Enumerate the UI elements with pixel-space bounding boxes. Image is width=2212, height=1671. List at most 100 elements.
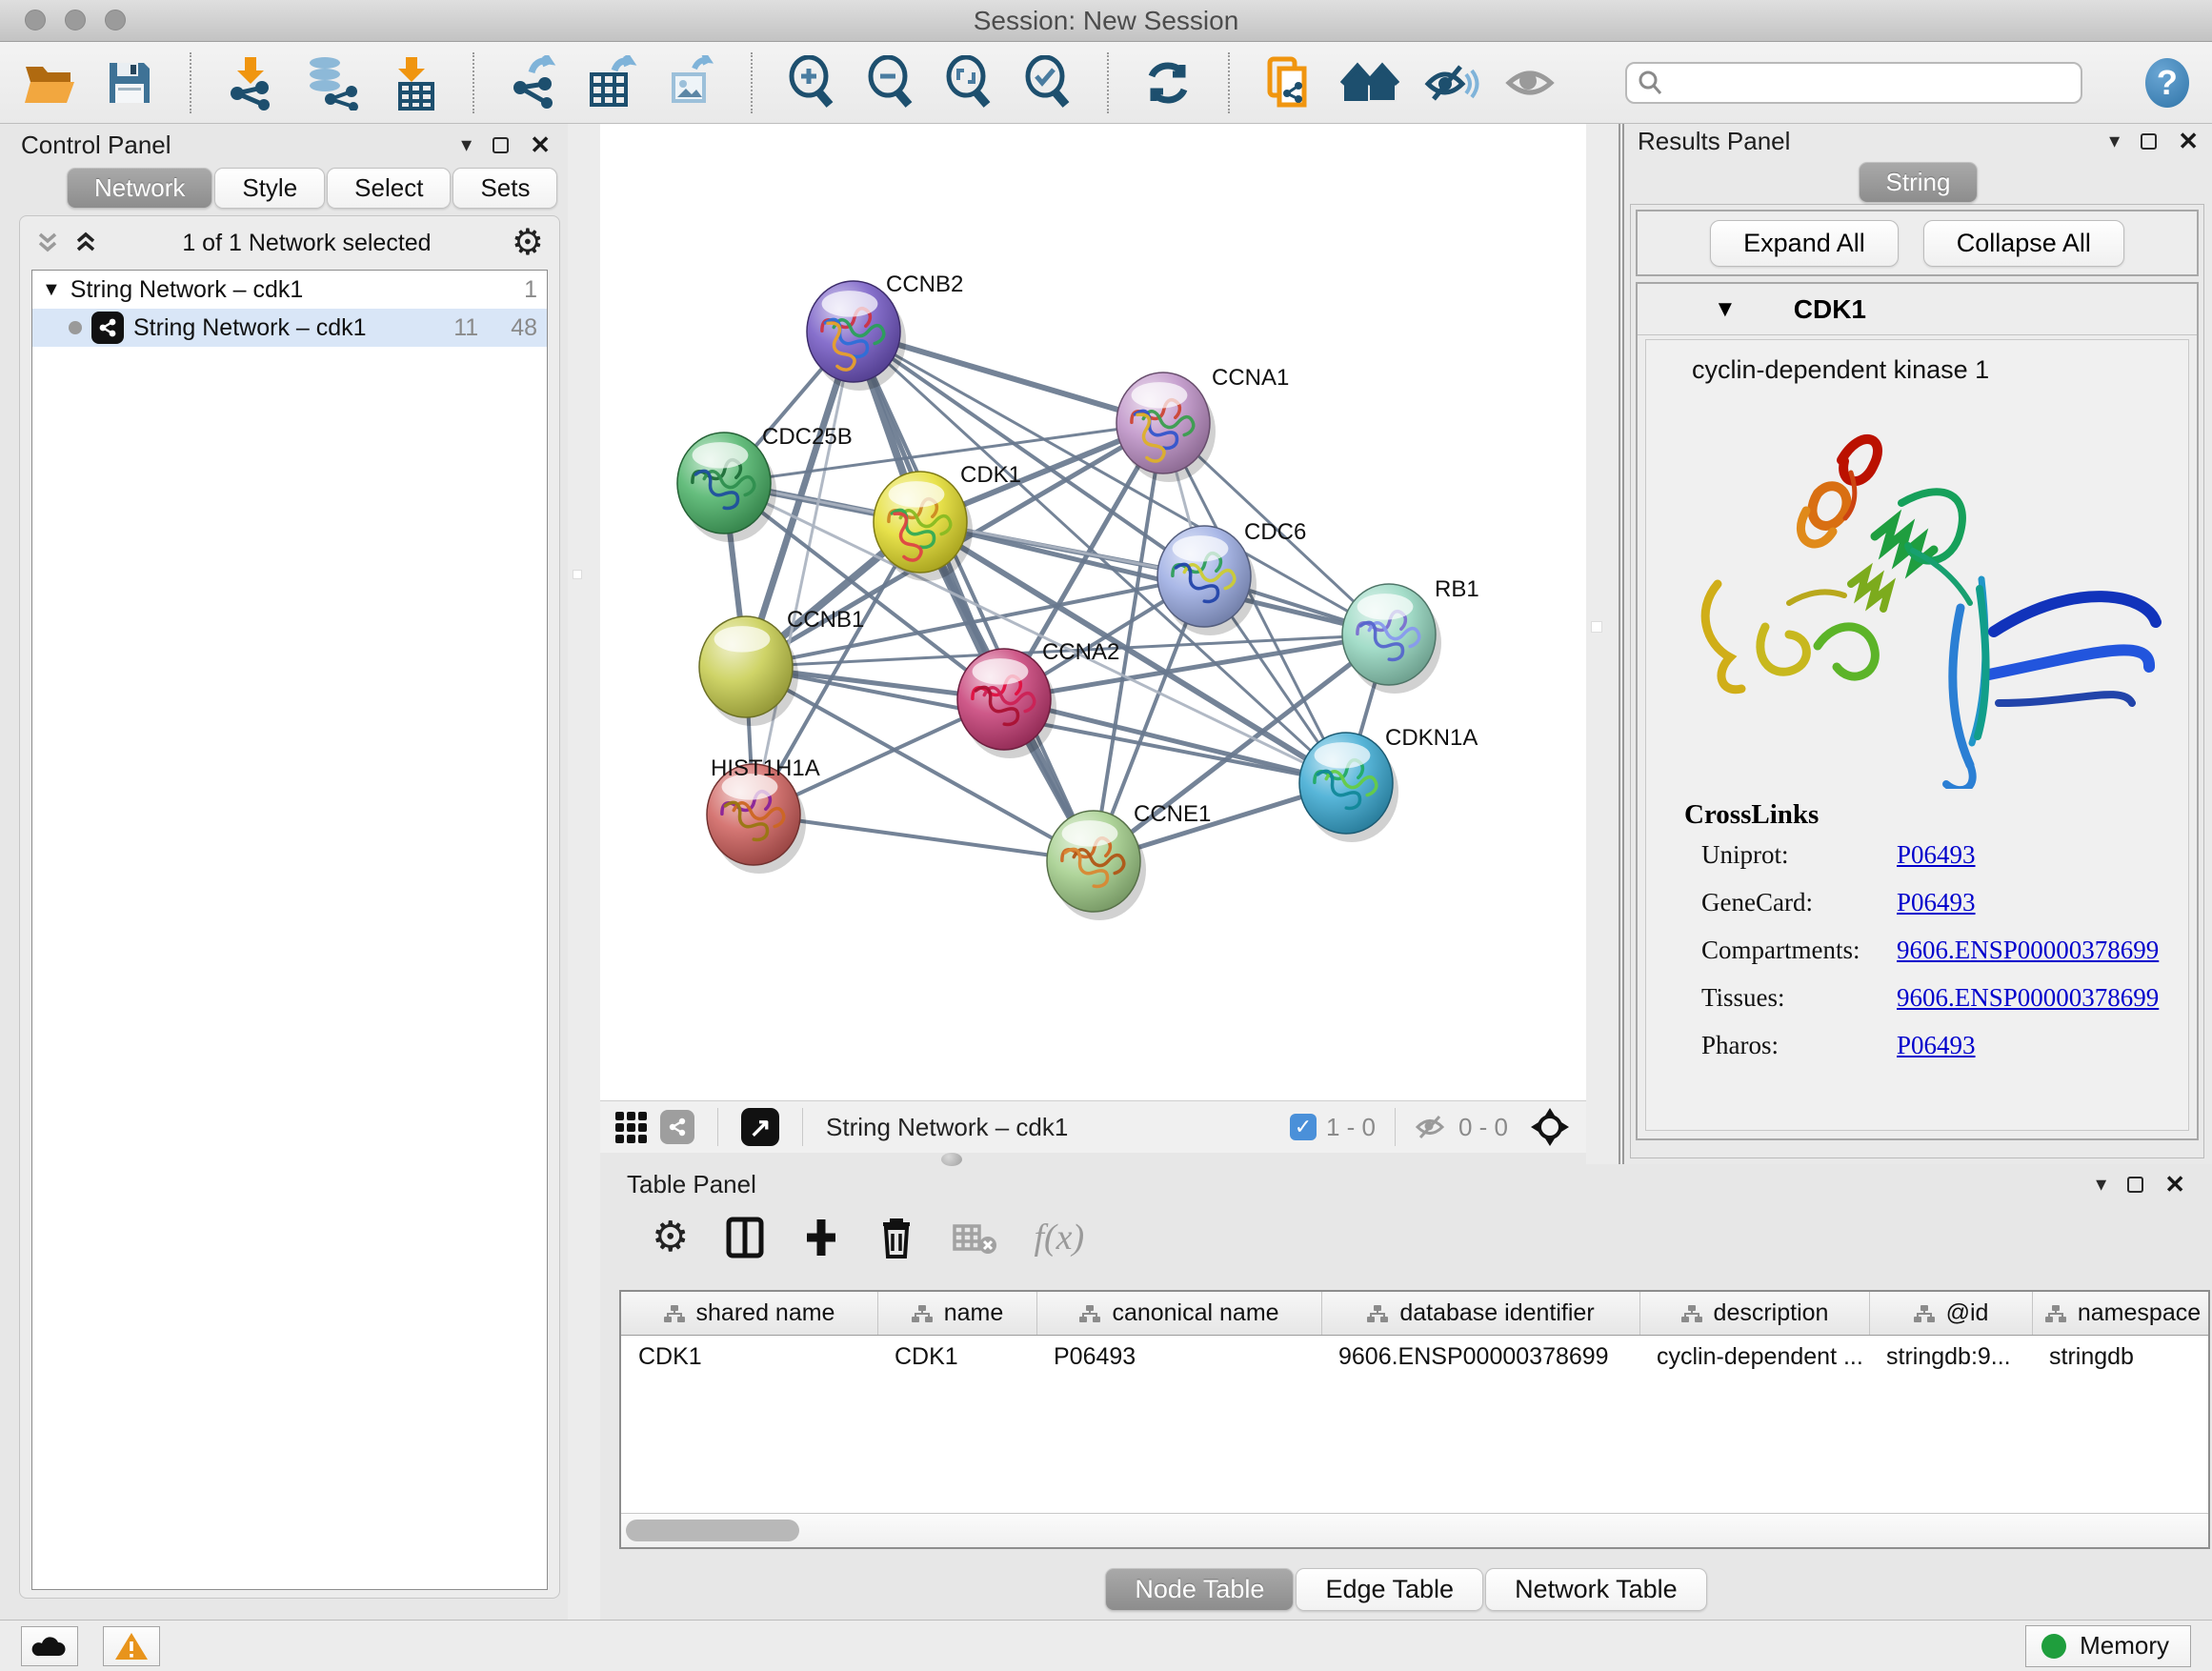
- crosslink-value-link[interactable]: 9606.ENSP00000378699: [1897, 983, 2159, 1013]
- tab-select[interactable]: Select: [327, 168, 451, 209]
- zoom-in-button[interactable]: [785, 52, 839, 113]
- expand-all-button[interactable]: Expand All: [1710, 220, 1899, 267]
- collapse-all-button[interactable]: Collapse All: [1923, 220, 2124, 267]
- table-row[interactable]: CDK1CDK1P064939606.ENSP00000378699cyclin…: [621, 1336, 2208, 1379]
- home-button[interactable]: [1340, 52, 1399, 113]
- node-CCNE1[interactable]: CCNE1: [1047, 801, 1211, 920]
- toolbar-separator: [473, 52, 474, 113]
- warnings-button[interactable]: [103, 1626, 160, 1666]
- node-CCNA2[interactable]: CCNA2: [957, 639, 1119, 758]
- node-CDC6[interactable]: CDC6: [1157, 519, 1306, 635]
- column-header-description[interactable]: description: [1639, 1292, 1869, 1335]
- tab-edge-table[interactable]: Edge Table: [1296, 1568, 1483, 1611]
- crosslink-value-link[interactable]: P06493: [1897, 888, 1976, 917]
- edge-CCNB2-CCNE1[interactable]: [854, 332, 1094, 861]
- tab-network[interactable]: Network: [67, 168, 212, 209]
- expand-all-icon[interactable]: [73, 231, 102, 255]
- crosslink-value-link[interactable]: P06493: [1897, 1031, 1976, 1060]
- close-panel-icon[interactable]: ✕: [2178, 127, 2199, 156]
- table-horizontal-scrollbar[interactable]: [621, 1513, 2208, 1547]
- delete-trash-icon[interactable]: [877, 1215, 915, 1260]
- import-table-button[interactable]: [386, 52, 440, 113]
- show-all-button[interactable]: [1504, 52, 1558, 113]
- left-splitter[interactable]: [568, 124, 600, 1620]
- search-input[interactable]: [1671, 69, 2071, 96]
- table-options-gear-icon[interactable]: ⚙: [652, 1217, 689, 1258]
- add-column-icon[interactable]: [801, 1216, 841, 1259]
- column-header--id[interactable]: @id: [1869, 1292, 2032, 1335]
- memory-button[interactable]: Memory: [2025, 1625, 2191, 1667]
- birdseye-view-icon[interactable]: ↗: [741, 1108, 779, 1146]
- crosslink-value-link[interactable]: P06493: [1897, 840, 1976, 870]
- zoom-fit-button[interactable]: [942, 52, 996, 113]
- export-image-button[interactable]: [664, 52, 718, 113]
- collapse-all-icon[interactable]: [35, 231, 64, 255]
- zoom-window-icon[interactable]: [105, 10, 126, 30]
- zoom-selected-button[interactable]: [1020, 52, 1075, 113]
- show-columns-icon[interactable]: [725, 1216, 765, 1259]
- export-network-button[interactable]: [507, 52, 561, 113]
- close-panel-icon[interactable]: ✕: [530, 131, 551, 160]
- help-button[interactable]: ?: [2145, 58, 2189, 108]
- network-options-gear-icon[interactable]: ⚙: [512, 225, 544, 261]
- collection-collapse-icon[interactable]: ▼: [42, 279, 61, 301]
- node-HIST1H1A[interactable]: HIST1H1A: [707, 755, 820, 874]
- table-cell[interactable]: 9606.ENSP00000378699: [1321, 1336, 1639, 1379]
- tab-node-table[interactable]: Node Table: [1105, 1568, 1294, 1611]
- column-header-database-identifier[interactable]: database identifier: [1321, 1292, 1639, 1335]
- network-collection-row[interactable]: ▼ String Network – cdk1 1: [32, 271, 547, 309]
- cloud-status-button[interactable]: [21, 1626, 78, 1666]
- node-RB1[interactable]: RB1: [1342, 576, 1479, 694]
- float-panel-icon[interactable]: ▾: [461, 132, 472, 157]
- crosslink-value-link[interactable]: 9606.ENSP00000378699: [1897, 936, 2159, 965]
- close-window-icon[interactable]: [25, 10, 46, 30]
- save-session-button[interactable]: [103, 52, 157, 113]
- column-header-namespace[interactable]: namespace: [2032, 1292, 2210, 1335]
- column-header-canonical-name[interactable]: canonical name: [1036, 1292, 1321, 1335]
- table-cell[interactable]: CDK1: [877, 1336, 1036, 1379]
- node-CDC25B[interactable]: CDC25B: [677, 424, 853, 542]
- tab-network-table[interactable]: Network Table: [1485, 1568, 1707, 1611]
- node-CCNB2[interactable]: CCNB2: [807, 272, 963, 391]
- hide-unhide-button[interactable]: [1424, 52, 1479, 113]
- minimize-window-icon[interactable]: [65, 10, 86, 30]
- maximize-panel-icon[interactable]: [2141, 133, 2157, 150]
- open-session-button[interactable]: [23, 52, 78, 113]
- node-CCNA1[interactable]: CCNA1: [1116, 365, 1289, 482]
- float-panel-icon[interactable]: ▾: [2109, 129, 2120, 153]
- maximize-panel-icon[interactable]: [2127, 1177, 2143, 1193]
- fit-selected-crosshair-icon[interactable]: [1529, 1106, 1571, 1148]
- section-collapse-icon[interactable]: ▼: [1714, 296, 1737, 323]
- grid-view-icon[interactable]: [615, 1112, 647, 1143]
- string-view-icon[interactable]: [660, 1110, 694, 1144]
- close-panel-icon[interactable]: ✕: [2164, 1170, 2185, 1199]
- tab-string[interactable]: String: [1859, 162, 1979, 203]
- selected-items-checkbox-icon[interactable]: ✓: [1290, 1114, 1317, 1140]
- column-header-name[interactable]: name: [877, 1292, 1036, 1335]
- import-network-file-button[interactable]: [224, 52, 278, 113]
- import-network-database-button[interactable]: [302, 52, 361, 113]
- table-cell[interactable]: cyclin-dependent ...: [1639, 1336, 1869, 1379]
- refresh-layout-button[interactable]: [1141, 52, 1196, 113]
- network-row[interactable]: String Network – cdk1 11 48: [32, 309, 547, 347]
- table-cell[interactable]: CDK1: [621, 1336, 877, 1379]
- tab-sets[interactable]: Sets: [452, 168, 557, 209]
- zoom-out-button[interactable]: [863, 52, 917, 113]
- table-cell[interactable]: stringdb:9...: [1869, 1336, 2032, 1379]
- node-CDKN1A[interactable]: CDKN1A: [1299, 725, 1478, 842]
- float-panel-icon[interactable]: ▾: [2096, 1172, 2106, 1197]
- scrollbar-thumb[interactable]: [626, 1520, 799, 1541]
- control-panel-title: Control Panel: [21, 131, 171, 160]
- export-table-button[interactable]: [585, 52, 639, 113]
- table-cell[interactable]: stringdb: [2032, 1336, 2210, 1379]
- right-splitter[interactable]: [1586, 124, 1624, 1164]
- left-splitter-handle[interactable]: [573, 570, 582, 579]
- node-section-header[interactable]: ▼ CDK1: [1638, 284, 2197, 335]
- tab-style[interactable]: Style: [214, 168, 325, 209]
- right-splitter-handle[interactable]: [1591, 621, 1602, 633]
- column-header-shared-name[interactable]: shared name: [621, 1292, 877, 1335]
- network-canvas[interactable]: CCNB2CCNA1CDC25BCDK1CDC6RB1CCNB1CCNA2CDK…: [600, 124, 1586, 1100]
- maximize-panel-icon[interactable]: [493, 137, 509, 153]
- copy-style-button[interactable]: [1262, 52, 1317, 113]
- table-cell[interactable]: P06493: [1036, 1336, 1321, 1379]
